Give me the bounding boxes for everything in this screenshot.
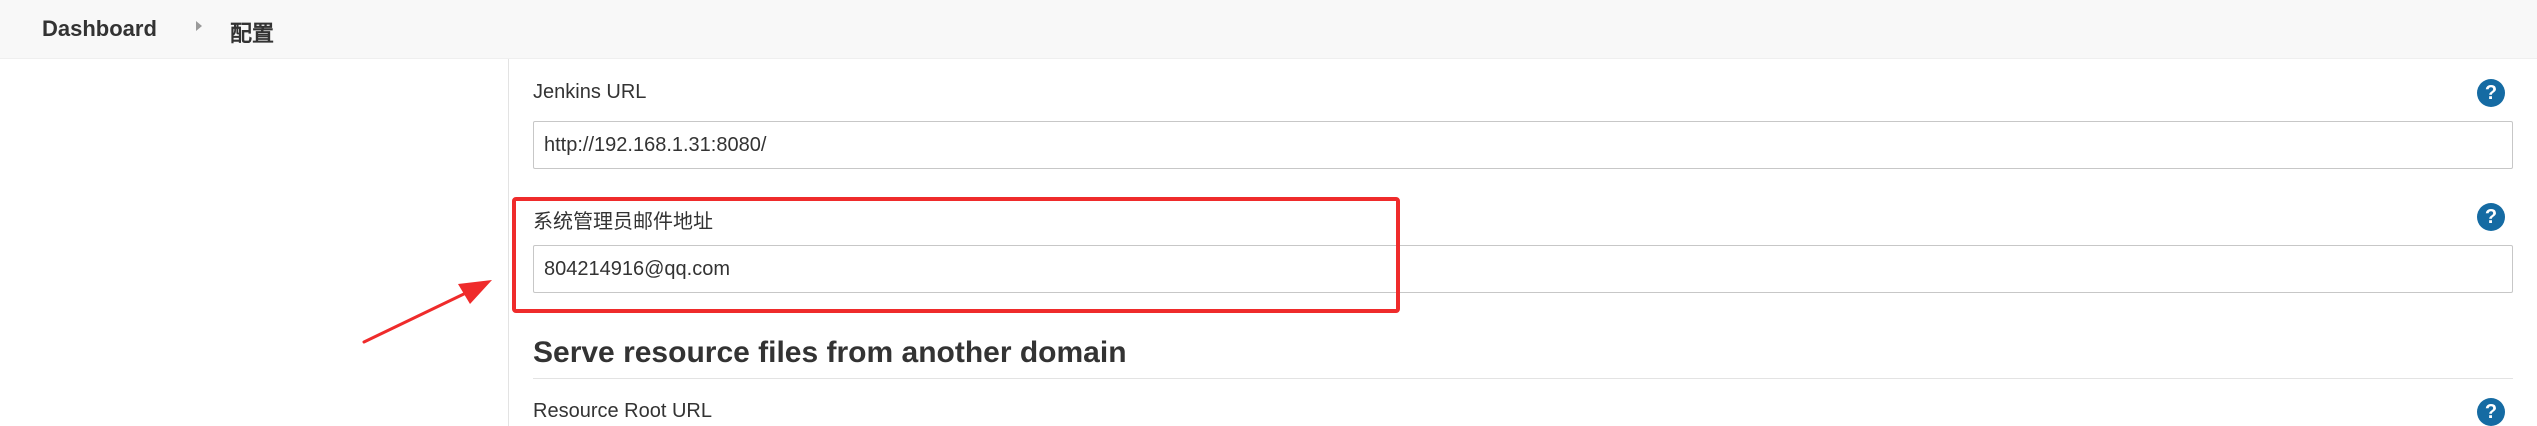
jenkins-url-input[interactable]	[533, 121, 2513, 169]
breadcrumb-bar: Dashboard 配置	[0, 0, 2537, 59]
admin-email-label: 系统管理员邮件地址	[533, 211, 713, 233]
help-icon[interactable]: ?	[2477, 398, 2505, 426]
jenkins-url-label: Jenkins URL	[533, 81, 647, 103]
section-divider	[533, 378, 2513, 379]
resource-root-url-label: Resource Root URL	[533, 400, 712, 422]
content-divider	[508, 59, 509, 426]
breadcrumb-dashboard-link[interactable]: Dashboard	[42, 16, 157, 42]
admin-email-input[interactable]	[533, 245, 2513, 293]
section-title: Serve resource files from another domain	[533, 336, 1127, 369]
annotation-arrow-icon	[362, 280, 492, 344]
help-icon[interactable]: ?	[2477, 79, 2505, 107]
help-icon[interactable]: ?	[2477, 203, 2505, 231]
breadcrumb-current-page: 配置	[230, 21, 275, 46]
breadcrumb-separator-icon	[196, 21, 202, 31]
